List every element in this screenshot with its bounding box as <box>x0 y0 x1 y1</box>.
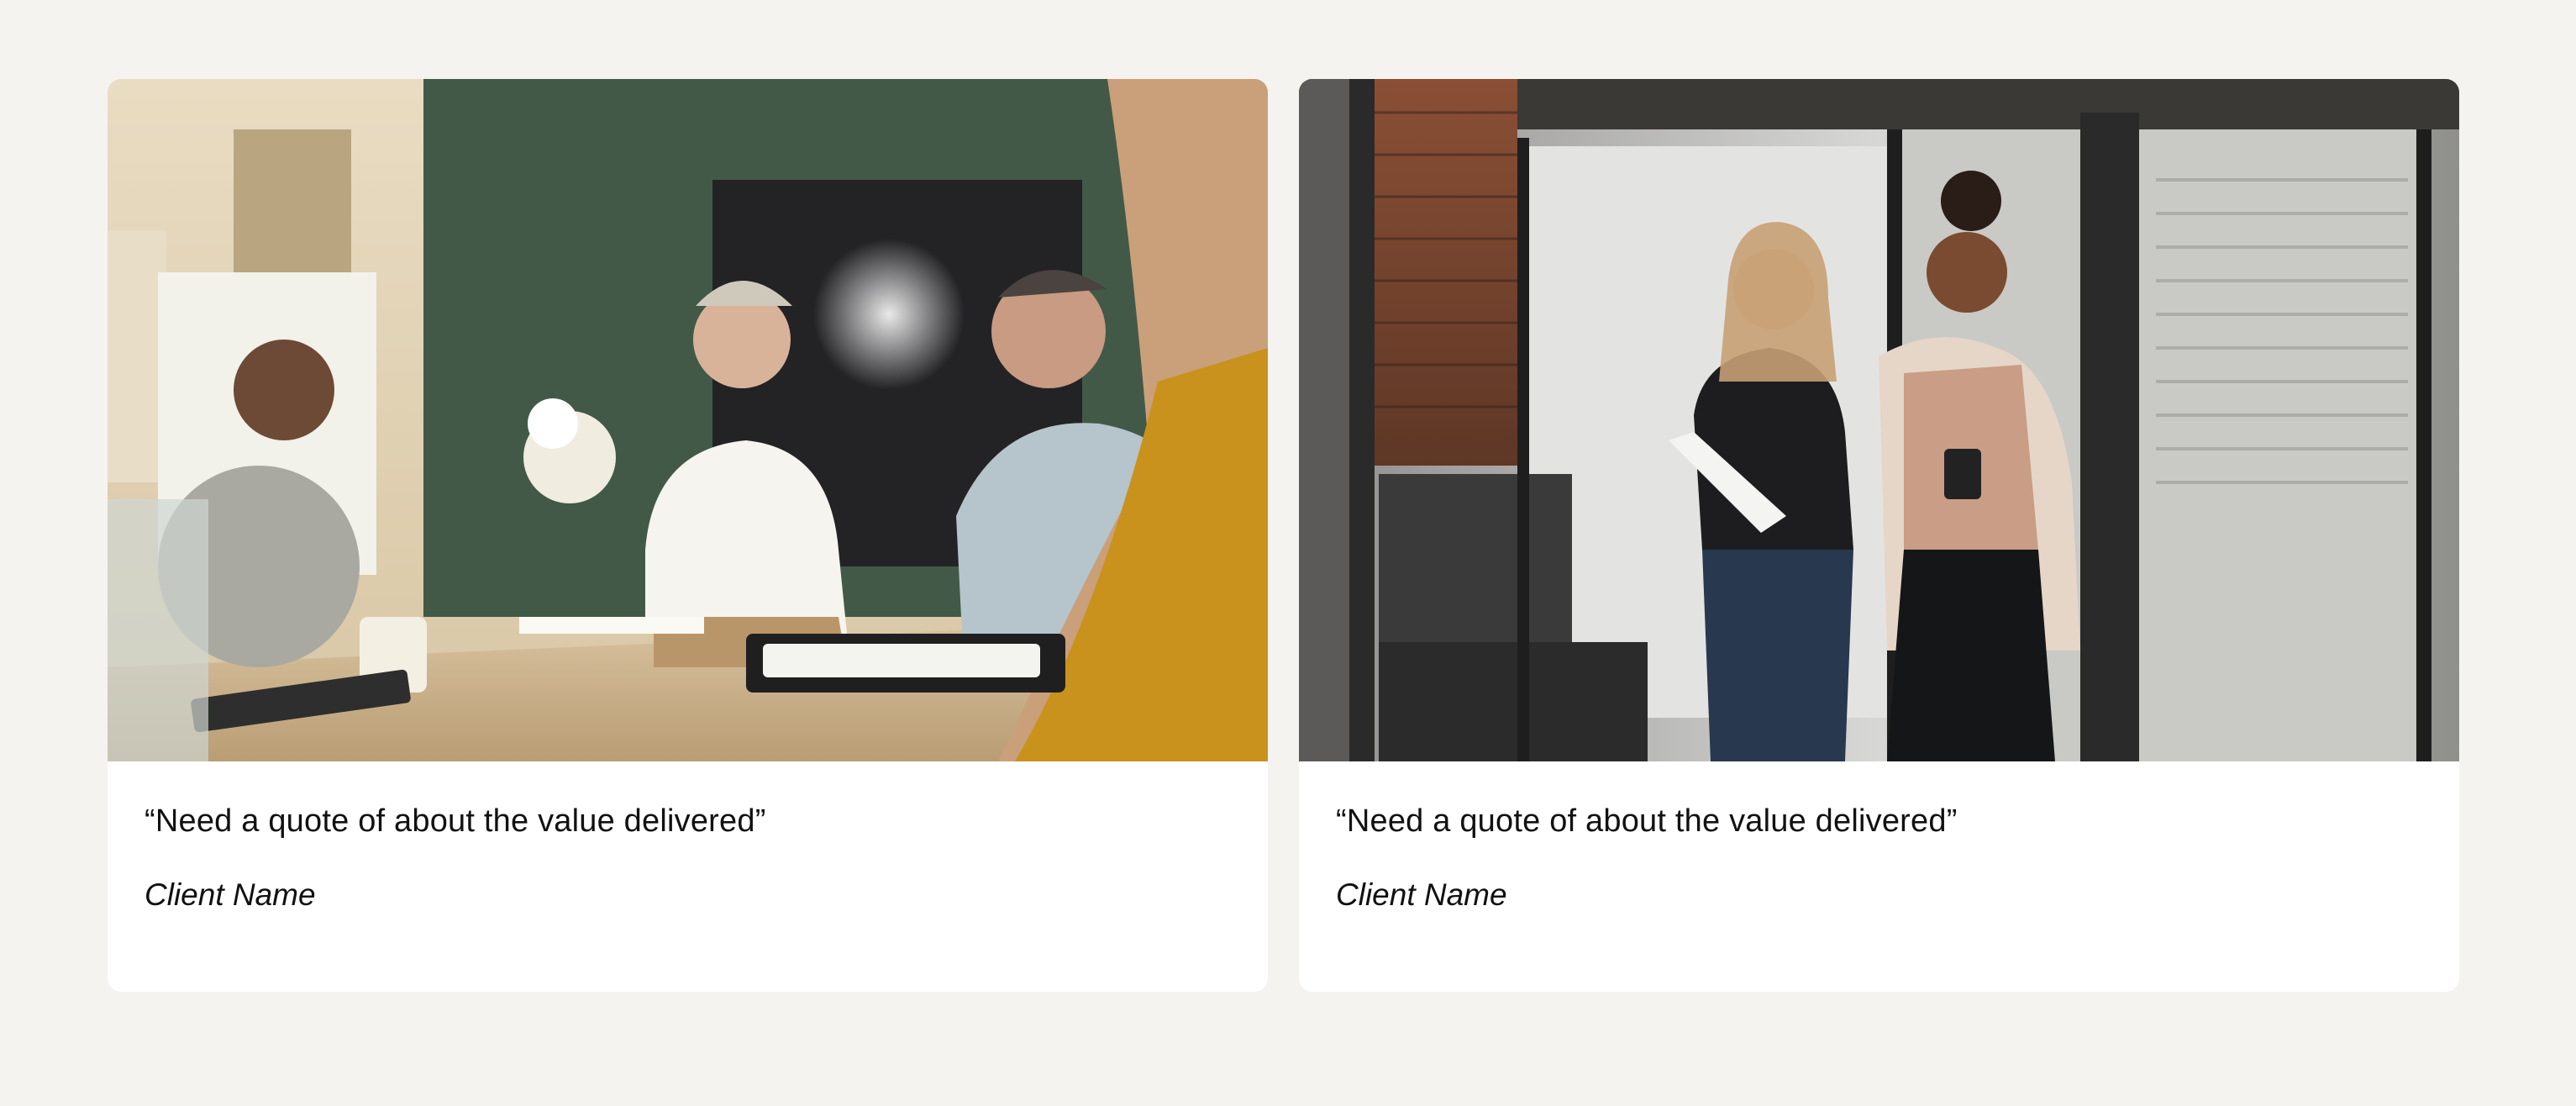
testimonial-photo-office <box>1299 79 2459 761</box>
testimonial-quote: “Need a quote of about the value deliver… <box>1336 803 1958 839</box>
testimonial-quote: “Need a quote of about the value deliver… <box>145 803 766 839</box>
client-name: Client Name <box>145 877 316 912</box>
testimonial-card: “Need a quote of about the value deliver… <box>1299 79 2459 992</box>
testimonial-photo-meeting <box>108 79 1268 761</box>
testimonial-card: “Need a quote of about the value deliver… <box>108 79 1268 992</box>
client-name: Client Name <box>1336 877 1507 912</box>
